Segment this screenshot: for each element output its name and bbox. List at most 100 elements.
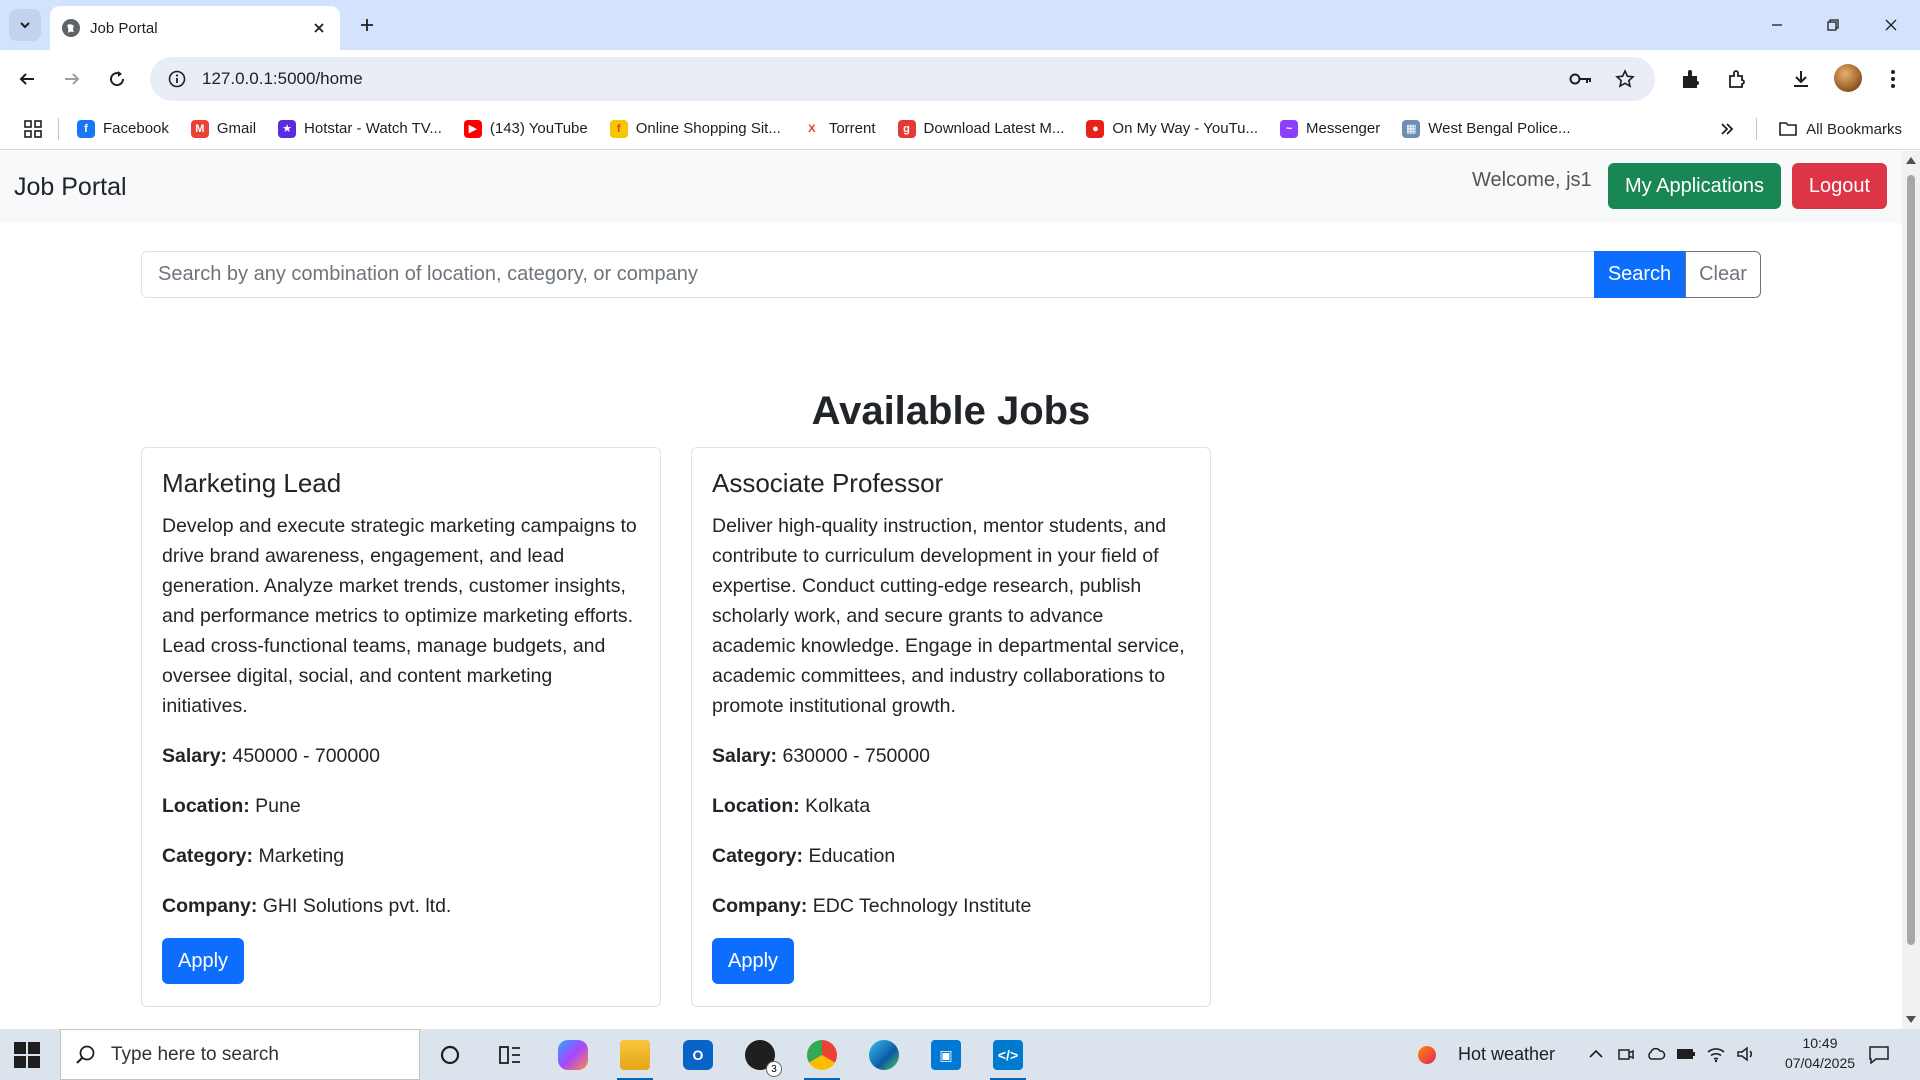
job-title: Associate Professor <box>712 468 944 498</box>
scroll-up-arrow-icon[interactable] <box>1906 157 1916 164</box>
search-button[interactable]: Search <box>1594 251 1685 298</box>
weather-icon <box>1418 1045 1436 1064</box>
my-applications-button[interactable]: My Applications <box>1608 163 1781 209</box>
search-input[interactable] <box>141 251 1594 298</box>
notification-icon[interactable] <box>1866 1042 1892 1068</box>
bookmark-favicon-icon: ★ <box>278 119 297 138</box>
company-value: EDC Technology Institute <box>812 895 1032 917</box>
bookmark-item[interactable]: M Gmail <box>190 119 256 138</box>
more-menu-icon[interactable] <box>1878 64 1908 94</box>
vscode-app[interactable]: </> <box>988 1035 1028 1080</box>
tab-search-button[interactable] <box>9 9 41 41</box>
bookmark-label: Facebook <box>103 120 169 137</box>
page-scrollbar[interactable] <box>1902 151 1920 1029</box>
star-icon[interactable] <box>1611 65 1639 93</box>
forward-button[interactable] <box>57 64 87 94</box>
logout-button[interactable]: Logout <box>1792 163 1887 209</box>
minimize-button[interactable] <box>1762 10 1792 40</box>
job-salary: Salary: 630000 - 750000 <box>712 741 1190 771</box>
cortana-button[interactable] <box>430 1035 470 1075</box>
all-bookmarks-button[interactable]: All Bookmarks <box>1778 108 1902 150</box>
windows-start-icon[interactable] <box>14 1042 40 1068</box>
close-window-button[interactable] <box>1876 10 1906 40</box>
bookmark-label: (143) YouTube <box>489 120 588 137</box>
bookmark-favicon-icon: ▦ <box>1402 119 1421 138</box>
bookmark-item[interactable]: f Facebook <box>77 119 169 138</box>
apply-button[interactable]: Apply <box>712 938 794 984</box>
wifi-icon[interactable] <box>1706 1044 1726 1064</box>
copilot-app[interactable] <box>553 1035 593 1075</box>
job-location: Location: Kolkata <box>712 791 1190 821</box>
back-button[interactable] <box>12 64 42 94</box>
chevron-down-icon <box>20 22 30 29</box>
folder-icon <box>1779 122 1797 136</box>
site-info-icon[interactable] <box>166 68 188 90</box>
battery-icon[interactable] <box>1676 1044 1696 1064</box>
tab-title: Job Portal <box>90 19 158 37</box>
task-view-button[interactable] <box>490 1035 530 1075</box>
plus-icon <box>361 19 373 31</box>
onedrive-cloud-icon[interactable] <box>1646 1044 1666 1064</box>
scroll-thumb[interactable] <box>1907 175 1915 945</box>
browser-tab[interactable]: Job Portal <box>50 6 340 50</box>
clear-button[interactable]: Clear <box>1685 251 1761 298</box>
bookmark-item[interactable]: ▶ (143) YouTube <box>463 119 588 138</box>
restore-icon <box>1827 19 1839 31</box>
globe-icon <box>62 19 80 37</box>
taskbar-clock[interactable]: 10:49 07/04/2025 <box>1778 1033 1862 1073</box>
bookmark-list: f Facebook M Gmail ★ Hotstar - Watch TV... ▶ (1… <box>77 119 1593 138</box>
key-icon[interactable] <box>1567 65 1595 93</box>
category-label: Category: <box>712 845 804 867</box>
category-label: Category: <box>162 845 254 867</box>
weather-widget[interactable]: Hot weather <box>1418 1029 1555 1080</box>
vscode-icon: </> <box>993 1040 1023 1070</box>
taskbar-search-box[interactable]: Type here to search <box>60 1029 420 1080</box>
volume-icon[interactable] <box>1736 1044 1756 1064</box>
brand-title[interactable]: Job Portal <box>14 173 127 202</box>
extensions-icon[interactable] <box>1722 64 1752 94</box>
extension-puzzle-dark-icon[interactable] <box>1676 64 1706 94</box>
top-navbar: Job Portal Welcome, js1 My Applications … <box>0 151 1902 223</box>
bookmark-favicon-icon: g <box>897 119 916 138</box>
job-category: Category: Marketing <box>162 841 640 871</box>
double-chevron-right-icon[interactable] <box>1716 118 1738 140</box>
scroll-down-arrow-icon[interactable] <box>1906 1016 1916 1023</box>
page-viewport: Job Portal Welcome, js1 My Applications … <box>0 151 1902 1029</box>
edge-app[interactable] <box>864 1035 904 1075</box>
remote-desktop-app[interactable]: ▣ <box>926 1035 966 1075</box>
profile-avatar[interactable] <box>1834 64 1862 92</box>
new-tab-button[interactable] <box>354 12 380 38</box>
bookmark-favicon-icon: f <box>77 119 95 138</box>
job-card: Associate Professor Deliver high-quality… <box>691 447 1211 1007</box>
close-icon <box>1885 19 1897 31</box>
location-value: Kolkata <box>805 795 871 817</box>
outlook-app[interactable]: O <box>678 1035 718 1075</box>
restore-button[interactable] <box>1818 10 1848 40</box>
whatsapp-app[interactable]: 3 <box>740 1035 782 1077</box>
arrow-left-icon <box>19 73 34 85</box>
chrome-app[interactable] <box>802 1035 842 1080</box>
apply-button[interactable]: Apply <box>162 938 244 984</box>
bookmark-item[interactable]: f Online Shopping Sit... <box>609 119 781 138</box>
file-explorer-app[interactable] <box>615 1035 655 1080</box>
bookmark-item[interactable]: ● On My Way - YouTu... <box>1086 119 1258 138</box>
bookmark-item[interactable]: ★ Hotstar - Watch TV... <box>278 119 442 138</box>
bookmark-item[interactable]: ▦ West Bengal Police... <box>1402 119 1571 138</box>
welcome-text: Welcome, js1 <box>1472 169 1592 191</box>
close-tab-icon[interactable] <box>310 19 328 37</box>
apps-grid-icon[interactable] <box>22 118 44 140</box>
bookmark-item[interactable]: g Download Latest M... <box>897 119 1064 138</box>
meet-now-icon[interactable] <box>1616 1044 1636 1064</box>
address-bar[interactable]: 127.0.0.1:5000/home <box>150 57 1655 101</box>
tray-chevron-up-icon[interactable] <box>1586 1044 1606 1064</box>
job-card: Marketing Lead Develop and execute strat… <box>141 447 661 1007</box>
url-text[interactable]: 127.0.0.1:5000/home <box>202 69 1551 89</box>
bookmark-item[interactable]: ~ Messenger <box>1280 119 1380 138</box>
bookmark-item[interactable]: X Torrent <box>802 119 876 138</box>
reload-button[interactable] <box>102 64 132 94</box>
browser-toolbar: 127.0.0.1:5000/home <box>0 50 1920 108</box>
copilot-icon <box>558 1040 588 1070</box>
company-label: Company: <box>712 895 808 917</box>
monitor-icon: ▣ <box>931 1040 961 1070</box>
download-icon[interactable] <box>1786 64 1816 94</box>
